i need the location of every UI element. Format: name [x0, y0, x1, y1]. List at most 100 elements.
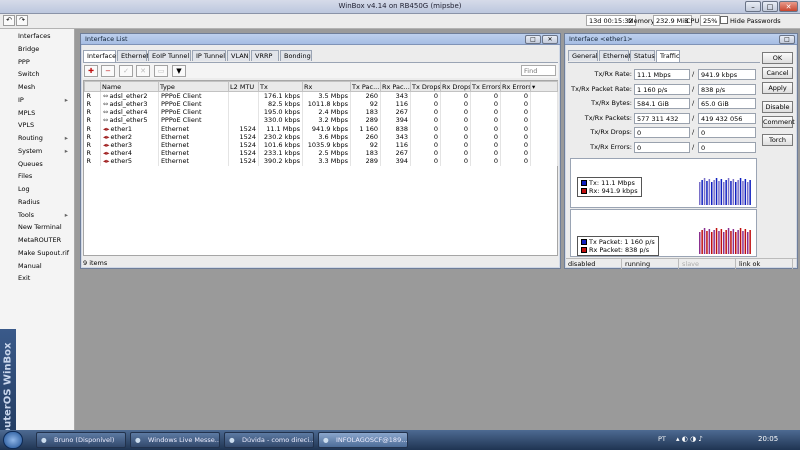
table-row[interactable]: R ◂▸ether5 Ethernet 1524 390.2 kbps 3.3 Mbps 2… [84, 157, 558, 166]
sidebar-item-metarouter[interactable]: MetaROUTER [0, 234, 74, 247]
undo-icon[interactable]: ↶ [3, 15, 15, 26]
remove-icon[interactable]: − [101, 65, 115, 77]
tx-rx-packet-rate-rx-field[interactable]: 838 p/s [698, 83, 756, 95]
sidebar-item-label: Manual [18, 261, 42, 270]
apply-button[interactable]: Apply [762, 82, 793, 94]
sidebar-item-exit[interactable]: Exit [0, 272, 74, 285]
tab-vlan[interactable]: VLAN [227, 50, 250, 61]
sidebar-item-ppp[interactable]: PPP [0, 56, 74, 69]
taskbar-item-4[interactable]: ● INFOLAGOSCF@189.... [318, 432, 408, 448]
tx-rx-rate-rx-field[interactable]: 941.9 kbps [698, 69, 756, 80]
table-row[interactable]: R ⇔adsl_ether5 PPPoE Client 330.0 kbps 3.2 M… [84, 116, 558, 125]
tx-rx-bytes-rx-field[interactable]: 65.0 GiB [698, 98, 756, 110]
cell-rx: 1011.8 kbps [302, 100, 351, 109]
column-menu-icon[interactable]: ▾ [530, 81, 558, 92]
tab-vrrp[interactable]: VRRP [251, 50, 279, 61]
close-icon[interactable]: ✕ [779, 1, 798, 12]
sidebar-item-interfaces[interactable]: Interfaces [0, 30, 74, 43]
sidebar-item-ip[interactable]: IP ▸ [0, 94, 74, 107]
column-header-rx-pac-[interactable]: Rx Pac... [380, 81, 411, 92]
column-header-rx-errors[interactable]: Rx Errors [500, 81, 531, 92]
maximize-button[interactable]: □ [762, 1, 778, 12]
tab-ethernet[interactable]: Ethernet [599, 50, 631, 61]
column-header-name[interactable]: Name [100, 81, 159, 92]
column-header-rx[interactable]: Rx [302, 81, 351, 92]
sidebar-item-manual[interactable]: Manual [0, 260, 74, 273]
column-header-rx-drops[interactable]: Rx Drops [440, 81, 471, 92]
tx-rx-bytes-tx-field[interactable]: 584.1 GiB [634, 98, 690, 110]
tab-interface[interactable]: Interface [83, 50, 116, 62]
sidebar-item-mpls[interactable]: MPLS [0, 107, 74, 120]
tab-bonding[interactable]: Bonding [280, 50, 312, 61]
cancel-button[interactable]: Cancel [762, 67, 793, 79]
taskbar-item-3[interactable]: ● Dúvida - como direci... [224, 432, 314, 448]
comment-icon[interactable]: ▭ [154, 65, 168, 77]
sidebar-item-vpls[interactable]: VPLS [0, 119, 74, 132]
column-header-tx[interactable]: Tx [258, 81, 303, 92]
tx-rx-drops-rx-field[interactable]: 0 [698, 127, 756, 139]
tx-rx-packets-tx-field[interactable]: 577 311 432 [634, 112, 690, 124]
table-row[interactable]: R ◂▸ether3 Ethernet 1524 101.6 kbps 1035.9 kb… [84, 140, 558, 150]
tab-status[interactable]: Status [630, 50, 655, 61]
taskbar-item-2[interactable]: ● Windows Live Messe... [130, 432, 220, 448]
tx-rx-packets-rx-field[interactable]: 419 432 056 [698, 112, 756, 124]
filter-icon[interactable]: ▼ [172, 65, 186, 77]
table-row[interactable]: R ⇔adsl_ether2 PPPoE Client 176.1 kbps 3.5 M… [84, 91, 558, 100]
table-row[interactable]: R ◂▸ether2 Ethernet 1524 230.2 kbps 3.6 Mbps 2… [84, 132, 558, 141]
find-input[interactable]: Find [521, 65, 556, 76]
hide-passwords-checkbox[interactable] [720, 16, 728, 24]
column-header-tx-pac-[interactable]: Tx Pac... [350, 81, 381, 92]
window-close-icon[interactable]: ✕ [542, 35, 558, 44]
sidebar-item-system[interactable]: System ▸ [0, 145, 74, 158]
sidebar-item-tools[interactable]: Tools ▸ [0, 209, 74, 222]
sidebar-item-bridge[interactable]: Bridge [0, 43, 74, 56]
sidebar-item-switch[interactable]: Switch [0, 68, 74, 81]
detail-restore-icon[interactable]: □ [779, 35, 795, 44]
sidebar-item-radius[interactable]: Radius [0, 196, 74, 209]
language-indicator[interactable]: PT [658, 435, 666, 443]
torch-button[interactable]: Torch [762, 134, 793, 146]
sidebar-item-make-supout-rif[interactable]: Make Supout.rif [0, 247, 74, 260]
sidebar-item-files[interactable]: Files [0, 170, 74, 183]
ok-button[interactable]: OK [762, 52, 793, 64]
disable-icon[interactable]: ✕ [136, 65, 150, 77]
disable-button[interactable]: Disable [762, 101, 793, 113]
add-icon[interactable]: ✚ [84, 65, 98, 77]
cell-type: Ethernet [158, 140, 229, 150]
column-header-tx-drops[interactable]: Tx Drops [410, 81, 441, 92]
interface-detail-title: Interface <ether1> [565, 34, 797, 45]
minimize-button[interactable]: – [745, 1, 761, 12]
cell-type: Ethernet [158, 124, 229, 133]
table-row[interactable]: R ◂▸ether4 Ethernet 1524 233.1 kbps 2.5 Mbps 1… [84, 149, 558, 158]
enable-icon[interactable]: ✓ [119, 65, 133, 77]
comment-button[interactable]: Comment [762, 116, 795, 128]
tab-general[interactable]: General [568, 50, 598, 61]
redo-icon[interactable]: ↷ [16, 15, 28, 26]
tray-icons[interactable]: ▴ ◐ ◑ ♪ [676, 435, 703, 443]
tx-rx-drops-tx-field[interactable]: 0 [634, 127, 690, 139]
tab-ethernet[interactable]: Ethernet [117, 50, 149, 61]
window-restore-icon[interactable]: □ [525, 35, 541, 44]
column-header-tx-errors[interactable]: Tx Errors [470, 81, 501, 92]
tx-rx-bytes-separator: / [692, 99, 695, 108]
tx-rx-errors-tx-field[interactable]: 0 [634, 142, 690, 153]
cell-name: ⇔adsl_ether4 [100, 108, 159, 117]
sidebar-item-log[interactable]: Log [0, 183, 74, 196]
sidebar-item-routing[interactable]: Routing ▸ [0, 132, 74, 145]
table-row[interactable]: R ⇔adsl_ether4 PPPoE Client 195.0 kbps 2.4 M… [84, 108, 558, 117]
tab-eoip-tunnel[interactable]: EoIP Tunnel [148, 50, 191, 61]
tab-traffic[interactable]: Traffic [656, 50, 680, 62]
column-header-l2-mtu[interactable]: L2 MTU [228, 81, 259, 92]
windows-start-icon[interactable] [3, 431, 23, 449]
tx-rx-packet-rate-tx-field[interactable]: 1 160 p/s [634, 83, 690, 95]
table-row[interactable]: R ◂▸ether1 Ethernet 1524 11.1 Mbps 941.9 kbps… [84, 124, 558, 133]
taskbar-item-1[interactable]: ● Bruno (Disponível) [36, 432, 126, 448]
tx-rx-errors-rx-field[interactable]: 0 [698, 142, 756, 153]
sidebar-item-queues[interactable]: Queues [0, 158, 74, 171]
tx-rx-rate-tx-field[interactable]: 11.1 Mbps [634, 69, 690, 80]
column-header-type[interactable]: Type [158, 81, 229, 92]
table-row[interactable]: R ⇔adsl_ether3 PPPoE Client 82.5 kbps 1011.8… [84, 100, 558, 109]
sidebar-item-mesh[interactable]: Mesh [0, 81, 74, 94]
sidebar-item-new-terminal[interactable]: New Terminal [0, 221, 74, 234]
tab-ip-tunnel[interactable]: IP Tunnel [192, 50, 226, 61]
